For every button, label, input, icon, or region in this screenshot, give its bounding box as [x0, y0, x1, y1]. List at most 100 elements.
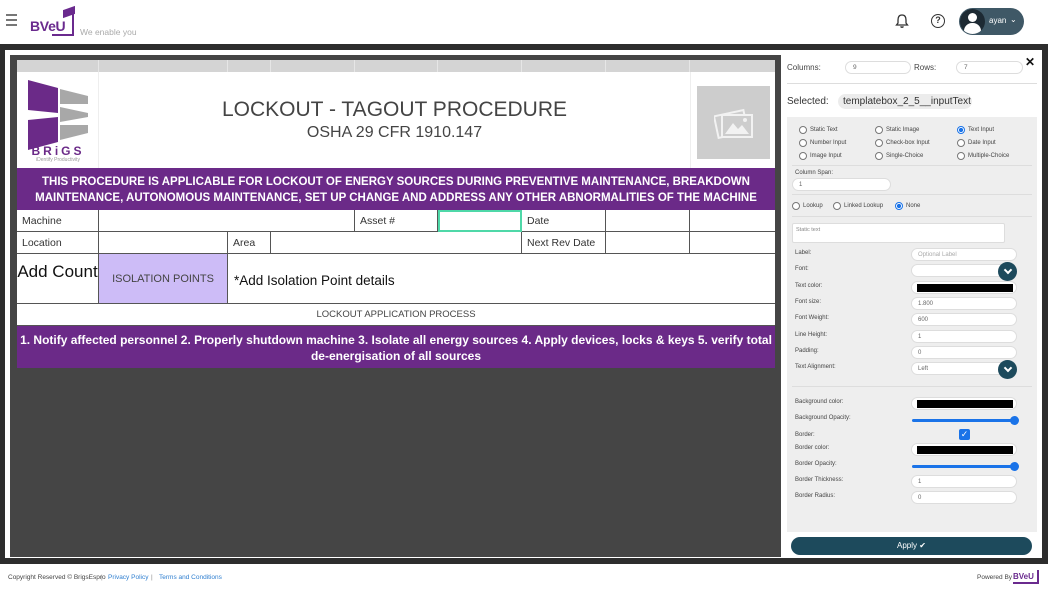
slider-knob[interactable] — [1010, 462, 1019, 471]
help-icon[interactable]: ? — [931, 14, 945, 28]
radio-dot — [875, 152, 883, 160]
slider-knob[interactable] — [1010, 416, 1019, 425]
apply-button[interactable]: Apply ✔ — [791, 537, 1032, 555]
text-color-swatch — [917, 284, 1013, 292]
bg-opacity-label: Background Opacity: — [795, 415, 851, 421]
font-size-input[interactable]: 1.800 — [911, 297, 1017, 310]
hamburger-icon[interactable] — [6, 14, 17, 26]
bg-opacity-slider[interactable] — [912, 416, 1019, 425]
column-handle[interactable] — [438, 60, 522, 72]
line-height-label: Line Height: — [795, 332, 828, 338]
image-cell[interactable] — [690, 72, 775, 168]
column-handle[interactable] — [606, 60, 690, 72]
type-radio-multiple-choice[interactable]: Multiple-Choice — [957, 152, 1009, 160]
column-handle[interactable] — [271, 60, 355, 72]
next-rev-label-cell[interactable]: Next Rev Date — [522, 232, 606, 254]
footer-separator: | — [151, 574, 153, 581]
border-checkbox[interactable]: ✓ — [959, 429, 970, 440]
font-size-label: Font size: — [795, 299, 822, 305]
column-span-input[interactable]: 1 — [792, 178, 891, 191]
none-lookup-radio[interactable]: None — [895, 202, 920, 210]
type-radio-text-input[interactable]: Text Input — [957, 126, 994, 134]
radio-dot — [957, 139, 965, 147]
alignment-dropdown-chevron-icon[interactable] — [998, 360, 1017, 379]
bell-icon[interactable] — [895, 13, 909, 29]
column-handle[interactable] — [690, 60, 775, 72]
add-count-label: Add Count — [17, 262, 98, 281]
label-input[interactable]: Optional Label — [911, 248, 1017, 261]
terms-link[interactable]: Terms and Conditions — [159, 574, 222, 581]
type-radio-static-image[interactable]: Static Image — [875, 126, 919, 134]
title-cell[interactable]: LOCKOUT - TAGOUT PROCEDURE OSHA 29 CFR 1… — [99, 72, 690, 168]
add-count-cell[interactable]: Add Count — [17, 254, 99, 304]
apply-label: Apply — [897, 541, 918, 550]
divider — [792, 165, 1032, 166]
column-handle[interactable] — [17, 60, 99, 72]
radio-dot — [792, 202, 800, 210]
border-opacity-slider[interactable] — [912, 462, 1019, 471]
date-label-cell[interactable]: Date — [522, 210, 606, 232]
padding-label: Padding: — [795, 348, 819, 354]
asset-input-cell[interactable] — [438, 210, 522, 232]
type-radio-image-input[interactable]: Image Input — [799, 152, 842, 160]
divider — [792, 194, 1032, 195]
asset-label-cell[interactable]: Asset # — [355, 210, 438, 232]
type-radio-date-input[interactable]: Date Input — [957, 139, 996, 147]
date-extra-cell[interactable] — [690, 210, 775, 232]
isolation-details-cell[interactable]: *Add Isolation Point details — [228, 254, 775, 304]
powered-brand-logo: BVeU — [1013, 570, 1039, 584]
machine-input-cell[interactable] — [99, 210, 355, 232]
type-radio-checkbox-input[interactable]: Check-box Input — [875, 139, 930, 147]
privacy-policy-link[interactable]: Privacy Policy — [108, 574, 148, 581]
location-label: Location — [22, 237, 62, 249]
isolation-points-cell[interactable]: ISOLATION POINTS — [99, 254, 228, 304]
border-label: Border: — [795, 432, 815, 438]
asset-label: Asset # — [360, 215, 396, 227]
next-rev-extra-cell[interactable] — [690, 232, 775, 254]
radio-dot — [875, 126, 883, 134]
radio-dot-selected — [957, 126, 965, 134]
type-radio-single-choice[interactable]: Single-Choice — [875, 152, 923, 160]
type-radio-number-input[interactable]: Number Input — [799, 139, 846, 147]
font-dropdown-chevron-icon[interactable] — [998, 262, 1017, 281]
powered-by-text: Powered By — [977, 574, 1013, 581]
process-header[interactable]: LOCKOUT APPLICATION PROCESS — [17, 304, 775, 326]
machine-label-cell[interactable]: Machine — [17, 210, 99, 232]
border-radius-input[interactable]: 0 — [911, 491, 1017, 504]
user-name: ayan — [989, 16, 1007, 25]
border-thickness-input[interactable]: 1 — [911, 475, 1017, 488]
machine-label: Machine — [22, 215, 62, 227]
rows-input[interactable]: 7 — [956, 61, 1023, 74]
location-input-cell[interactable] — [99, 232, 228, 254]
type-radio-static-text[interactable]: Static Text — [799, 126, 838, 134]
user-avatar-icon — [960, 9, 985, 34]
column-handle[interactable] — [522, 60, 606, 72]
date-input-cell[interactable] — [606, 210, 690, 232]
border-color-swatch — [917, 446, 1013, 454]
process-steps[interactable]: 1. Notify affected personnel 2. Properly… — [17, 326, 775, 368]
font-weight-input[interactable]: 600 — [911, 313, 1017, 326]
column-span-label: Column Span: — [795, 170, 834, 176]
static-text-textarea[interactable]: Static text — [792, 223, 1005, 243]
radio-dot — [799, 139, 807, 147]
area-label-cell[interactable]: Area — [228, 232, 271, 254]
isolation-points-label: ISOLATION POINTS — [112, 273, 214, 285]
column-handle[interactable] — [228, 60, 271, 72]
company-logo-cell[interactable]: BRiGS iDentify Productivity — [17, 72, 99, 168]
columns-input[interactable]: 9 — [845, 61, 911, 74]
location-label-cell[interactable]: Location — [17, 232, 99, 254]
scope-banner[interactable]: THIS PROCEDURE IS APPLICABLE FOR LOCKOUT… — [17, 168, 775, 210]
close-icon[interactable]: ✕ — [1025, 55, 1035, 69]
bg-color-swatch — [917, 400, 1013, 408]
padding-input[interactable]: 0 — [911, 346, 1017, 359]
text-alignment-label: Text Alignment: — [795, 364, 836, 370]
column-handle[interactable] — [355, 60, 438, 72]
linked-lookup-radio[interactable]: Linked Lookup — [833, 202, 883, 210]
user-menu-button[interactable]: ayan ⌄ — [959, 8, 1024, 35]
line-height-input[interactable]: 1 — [911, 330, 1017, 343]
next-rev-input-cell[interactable] — [606, 232, 690, 254]
area-input-cell[interactable] — [271, 232, 522, 254]
radio-dot-selected — [895, 202, 903, 210]
column-handle[interactable] — [99, 60, 228, 72]
lookup-radio[interactable]: Lookup — [792, 202, 823, 210]
